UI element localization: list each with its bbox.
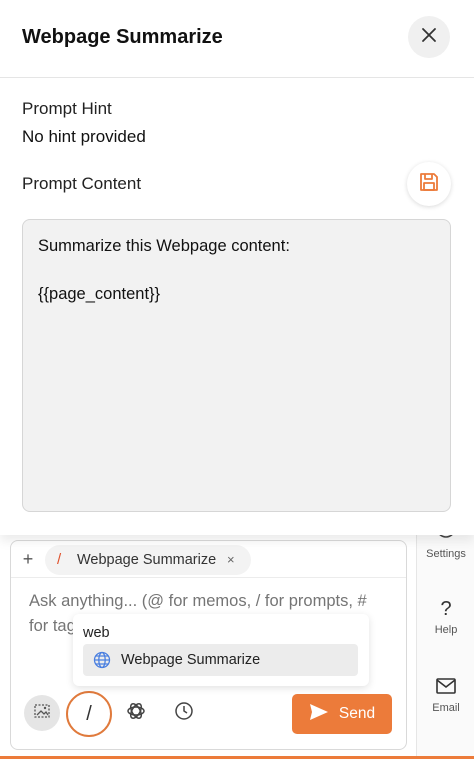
svg-text:?: ? [440, 598, 451, 620]
rail-settings-label: Settings [426, 548, 466, 560]
globe-icon [93, 651, 111, 674]
save-button[interactable] [407, 162, 451, 206]
prompt-detail-panel: Webpage Summarize Prompt Hint No hint pr… [0, 0, 474, 535]
rail-help-label: Help [434, 624, 458, 636]
prompt-slash-button[interactable]: / [66, 691, 112, 737]
right-rail: Settings ? Help Email [416, 530, 474, 759]
send-label: Send [338, 705, 376, 722]
suggestion-item[interactable]: Webpage Summarize [83, 644, 358, 676]
mail-icon [434, 674, 458, 698]
prompt-suggestions: web Webpage Summarize [73, 614, 369, 686]
clock-icon [174, 701, 194, 726]
panel-header: Webpage Summarize [0, 0, 474, 78]
prompt-content-line: Summarize this Webpage content: [38, 237, 290, 255]
selected-prompt-row: + / Webpage Summarize × [11, 541, 406, 578]
suggestion-query: web [83, 625, 110, 641]
prompt-content-line: {{page_content}} [38, 285, 161, 303]
send-icon [309, 703, 329, 726]
panel-title: Webpage Summarize [22, 26, 223, 48]
rail-email-label: Email [432, 702, 460, 714]
rail-help[interactable]: ? Help [417, 596, 474, 636]
selected-prompt-label: Webpage Summarize [77, 552, 217, 568]
prompt-hint-label: Prompt Hint [22, 99, 112, 118]
image-icon [33, 702, 51, 725]
suggestion-label: Webpage Summarize [121, 652, 261, 668]
add-button[interactable]: + [17, 549, 39, 571]
save-icon [418, 171, 440, 198]
prompt-content-editor[interactable]: Summarize this Webpage content: {{page_c… [22, 219, 451, 512]
close-icon [421, 27, 437, 48]
prompt-hint-value: No hint provided [22, 127, 146, 146]
rail-email[interactable]: Email [417, 674, 474, 714]
openai-icon [125, 700, 147, 727]
history-button[interactable] [166, 695, 202, 731]
prompt-content-label: Prompt Content [22, 174, 142, 193]
model-button[interactable] [118, 695, 154, 731]
remove-prompt-button[interactable]: × [227, 552, 235, 567]
selected-prompt-chip[interactable]: / Webpage Summarize × [45, 545, 251, 575]
image-upload-button[interactable] [24, 695, 60, 731]
question-icon: ? [434, 596, 458, 620]
close-button[interactable] [408, 16, 450, 58]
slash-icon: / [57, 551, 62, 568]
prompt-slash-label: / [86, 702, 92, 725]
send-button[interactable]: Send [292, 694, 392, 734]
